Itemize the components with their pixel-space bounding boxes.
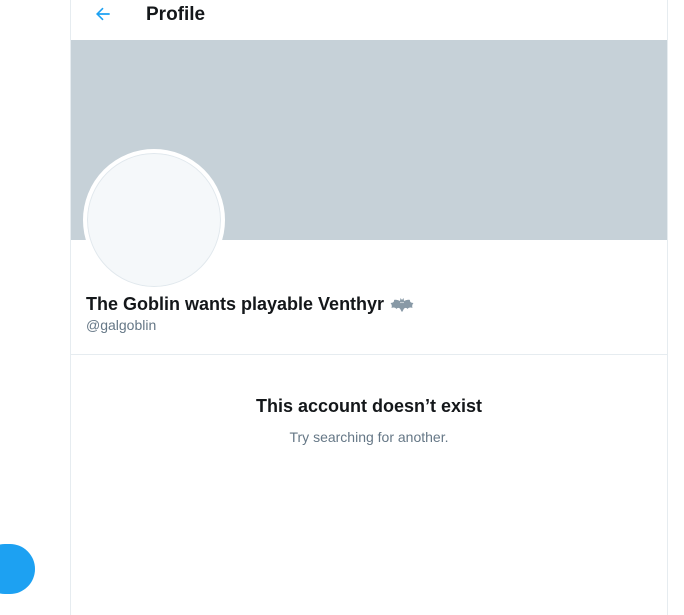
display-name-text: The Goblin wants playable Venthyr xyxy=(86,294,385,314)
page: Profile The Goblin wants playable Venthy… xyxy=(0,0,684,615)
bat-icon xyxy=(390,297,414,312)
avatar[interactable] xyxy=(83,149,225,291)
arrow-left-icon xyxy=(96,7,110,21)
profile-column: Profile The Goblin wants playable Venthy… xyxy=(70,0,668,615)
empty-state-subtitle: Try searching for another. xyxy=(289,429,449,445)
page-title: Profile xyxy=(146,4,206,25)
back-button[interactable] xyxy=(89,0,117,28)
empty-state-title: This account doesn’t exist xyxy=(255,396,483,416)
divider xyxy=(71,354,667,355)
compose-tweet-button[interactable] xyxy=(0,544,35,594)
display-name: The Goblin wants playable Venthyr xyxy=(86,294,414,315)
profile-header: Profile xyxy=(71,0,667,40)
profile-handle: @galgoblin xyxy=(86,317,157,333)
